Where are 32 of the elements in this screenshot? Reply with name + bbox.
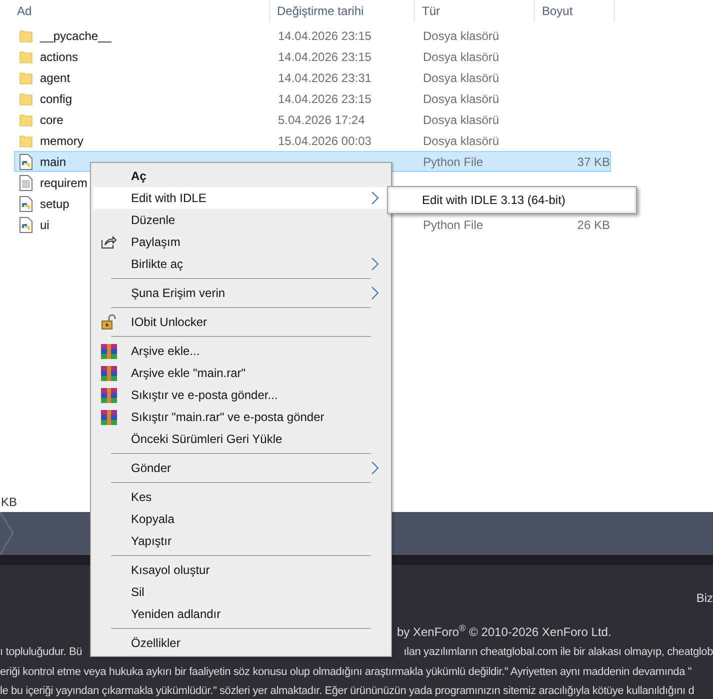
file-size: 26 KB — [577, 218, 610, 232]
file-name: config — [40, 90, 72, 108]
modified-date: 14.04.2026 23:15 — [278, 50, 372, 64]
file-type: Dosya klasörü — [423, 112, 500, 126]
modified-date: 14.04.2026 23:15 — [278, 28, 372, 42]
file-name: requirem — [40, 174, 88, 192]
footer-text: ı topluluğudur. Bü — [0, 644, 82, 660]
file-name: ui — [40, 216, 50, 234]
file-name: actions — [40, 48, 78, 66]
file-type: Python File — [423, 154, 484, 168]
file-size: 37 KB — [577, 154, 610, 168]
modified-date: 5.04.2026 17:24 — [278, 112, 365, 126]
copyright-text: by XenForo$^{®}$ © 2010-2026 XenForo Ltd. — [397, 622, 612, 640]
file-name: agent — [40, 70, 70, 86]
file-type: Dosya klasörü — [423, 92, 500, 106]
footer-text: ılan yazılımların cheatglobal.com ile bir alakası olmayıp, cheatglob — [404, 644, 713, 660]
status-text: KB — [1, 495, 18, 509]
file-type: Dosya klasörü — [423, 28, 500, 42]
file-name: setup — [40, 196, 70, 212]
modified-date: 15.04.2026 00:03 — [278, 134, 372, 148]
file-name: main — [40, 154, 66, 170]
footer-text: eriği kontrol etme veya hukuka aykırı bir faaliyetin söz konusu olup olmadığını araştırmakla yükümlü değildir." Ayriyetten aynı maddenin devamında " — [0, 664, 692, 680]
file-name: core — [40, 112, 64, 128]
file-type: Dosya klasörü — [423, 134, 500, 148]
file-name: __pycache__ — [40, 28, 112, 44]
footer-text: le bu içeriği yayından çıkarmakla yükümlüdür." sözleri yer almaktadır. Eğer ürününüzün yada programınızın sitemiz aracılığıyla kötüye kullanıldığını d — [0, 684, 694, 698]
file-type: Python File — [423, 218, 484, 232]
file-name: memory — [40, 132, 84, 150]
modified-date: 14.04.2026 23:15 — [278, 92, 372, 106]
modified-date: 14.04.2026 23:31 — [278, 70, 372, 84]
file-type: Dosya klasörü — [423, 50, 500, 64]
file-type: Dosya klasörü — [423, 70, 500, 84]
